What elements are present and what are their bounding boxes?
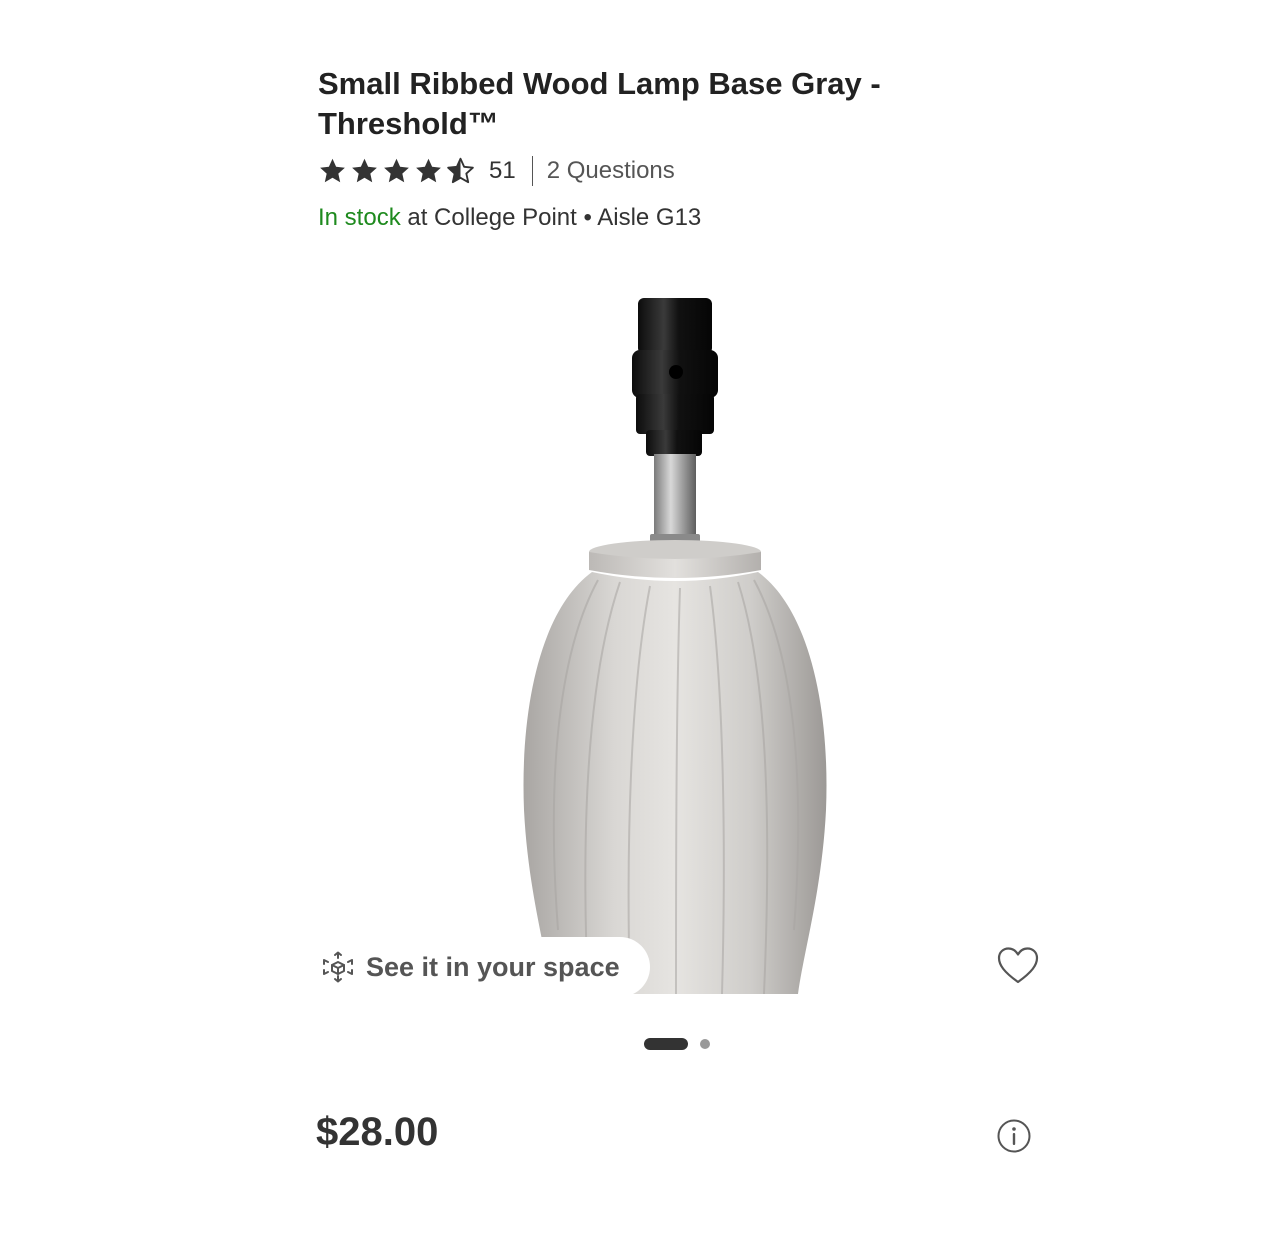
star-rating[interactable] bbox=[318, 157, 475, 185]
product-title: Small Ribbed Wood Lamp Base Gray - Thres… bbox=[318, 66, 881, 141]
stock-status: In stock bbox=[318, 204, 401, 231]
image-carousel-indicator bbox=[644, 1038, 710, 1050]
star-icon bbox=[318, 157, 347, 185]
see-it-in-your-space-label: See it in your space bbox=[366, 951, 620, 982]
carousel-dot[interactable] bbox=[700, 1039, 710, 1049]
ar-cube-icon bbox=[323, 951, 353, 983]
product-image[interactable] bbox=[480, 290, 880, 1010]
store-location: at College Point • Aisle G13 bbox=[400, 204, 702, 231]
info-icon[interactable] bbox=[996, 1118, 1032, 1154]
questions-link[interactable]: 2 Questions bbox=[547, 157, 675, 185]
star-icon bbox=[414, 157, 443, 185]
rating-row: 51 2 Questions bbox=[318, 152, 675, 190]
heart-icon[interactable] bbox=[996, 946, 1040, 986]
see-it-in-your-space-button[interactable]: See it in your space bbox=[306, 937, 650, 997]
carousel-dot-active[interactable] bbox=[644, 1038, 688, 1050]
star-icon bbox=[382, 157, 411, 185]
availability: In stock at College Point • Aisle G13 bbox=[318, 204, 701, 232]
price: $28.00 bbox=[316, 1110, 439, 1154]
review-count[interactable]: 51 bbox=[489, 157, 516, 185]
star-icon bbox=[350, 157, 379, 185]
star-half-icon bbox=[446, 157, 475, 185]
divider bbox=[531, 156, 533, 186]
